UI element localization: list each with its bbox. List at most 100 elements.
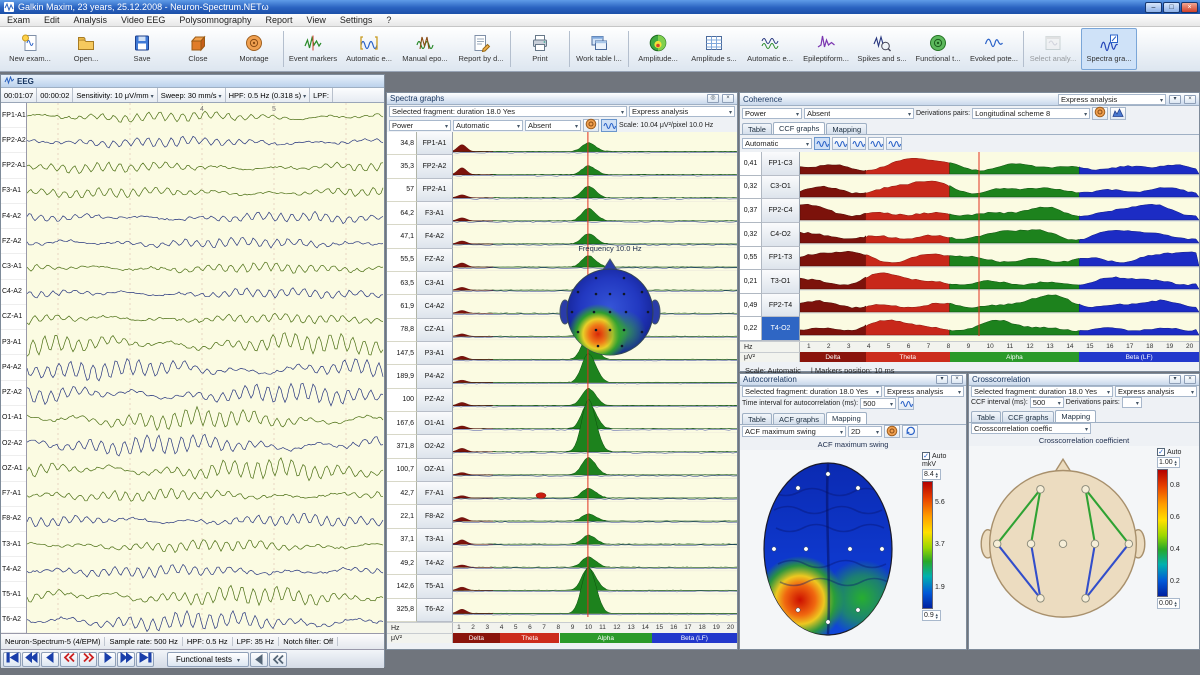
crosscorrelation-tab-table[interactable]: Table [971,411,1001,422]
panel-menu-icon[interactable] [1169,375,1181,384]
lpf-select[interactable]: LPF: [310,88,333,102]
coherence-pair[interactable]: C4-O2 [762,223,800,247]
mapping-button[interactable] [583,119,599,132]
spectra-channel[interactable]: F3-A1 [417,202,453,225]
spectra-channel[interactable]: T5-A1 [417,575,453,598]
coherence-pair[interactable]: FP1-C3 [762,152,800,176]
page-forward-button[interactable] [79,652,97,667]
power-select[interactable]: Power [389,120,451,131]
scale-max-spinner[interactable]: 8.4 [922,469,941,480]
spectra-channel[interactable]: O2-A2 [417,435,453,458]
save-button[interactable]: Save [114,28,170,70]
fragment-select[interactable]: Selected fragment: duration 18.0 Yes [389,106,627,117]
spikes-button[interactable]: Spikes and s... [854,28,910,70]
fast-forward-button[interactable] [117,652,135,667]
spectra-channel[interactable]: FZ-A2 [417,249,453,272]
close-icon[interactable] [951,375,963,384]
spectra-channel[interactable]: FP2-A1 [417,179,453,202]
eeg-channel-label[interactable]: FP2-A1 [1,153,26,178]
amplitude-spectra-button[interactable]: Amplitude s... [686,28,742,70]
eeg-channel-label[interactable]: F3-A1 [1,179,26,204]
spectra-channel[interactable]: P4-A2 [417,365,453,388]
close-icon[interactable] [1184,375,1196,384]
rewind-button[interactable] [41,652,59,667]
derivations-select[interactable]: Longitudinal scheme 8 [972,108,1090,119]
menu-settings[interactable]: Settings [333,14,380,26]
close-icon[interactable] [1184,95,1196,104]
page-back-button[interactable] [60,652,78,667]
epileptiform-button[interactable]: Epileptiform... [798,28,854,70]
measure-select[interactable]: ACF maximum swing [742,426,846,437]
autocorrelation-tab-acf-graphs[interactable]: ACF graphs [773,413,825,424]
scale-max-spinner[interactable]: 1.00 [1157,457,1180,468]
scale-min-spinner[interactable]: 0.9 [922,610,941,621]
montage-button[interactable]: Montage [226,28,282,70]
work-table-button[interactable]: Work table l... [571,28,627,70]
express-analysis-select[interactable]: Express analysis [884,386,964,397]
coherence-view-button-5[interactable] [886,137,902,150]
eeg-channel-label[interactable]: T3-A1 [1,532,26,557]
view-mode-select[interactable]: 2D [848,426,882,437]
autocorrelation-tab-table[interactable]: Table [742,413,772,424]
menu-view[interactable]: View [299,14,332,26]
coherence-view-button-1[interactable] [814,137,830,150]
spectra-channel[interactable]: C3-A1 [417,272,453,295]
automatic-epochs-button[interactable]: Automatic e... [341,28,397,70]
open-folder-button[interactable]: Open... [58,28,114,70]
minimize-button[interactable] [1145,2,1162,13]
fast-rewind-button[interactable] [22,652,40,667]
eeg-channel-label[interactable]: F8-A2 [1,507,26,532]
functional-tests-button[interactable]: Functional tests [167,652,249,667]
eeg-channel-label[interactable]: T6-A2 [1,608,26,633]
coherence-pair[interactable]: FP2-T4 [762,294,800,318]
amplitude-map-button[interactable]: Amplitude... [630,28,686,70]
eeg-channel-label[interactable]: T5-A1 [1,582,26,607]
spectra-channel[interactable]: F4-A2 [417,225,453,248]
eeg-traces[interactable]: 45 [27,103,384,633]
coherence-tab-ccf-graphs[interactable]: CCF graphs [773,122,825,134]
express-analysis-select[interactable]: Express analysis [629,106,735,117]
express-analysis-select[interactable]: Express analysis [1115,386,1197,397]
hpf-select[interactable]: HPF: 0.5 Hz (0.318 s) [226,88,311,102]
evoked-potentials-button[interactable]: Evoked pote... [966,28,1022,70]
graphs-button[interactable] [601,119,617,132]
spectra-channel[interactable]: F7-A1 [417,482,453,505]
spectra-graphs-button[interactable]: Spectra gra... [1081,28,1137,70]
close-exam-button[interactable]: Close [170,28,226,70]
smoothing-select[interactable]: Absent [525,120,581,131]
menu-analysis[interactable]: Analysis [67,14,115,26]
dock-left-button[interactable] [250,652,268,667]
pin-icon[interactable] [707,94,719,103]
crosscorrelation-tab-ccf-graphs[interactable]: CCF graphs [1002,411,1054,422]
automatic-eeg-button[interactable]: Automatic e... [742,28,798,70]
derivations-select[interactable] [1122,397,1142,408]
spectra-plot-area[interactable]: Frequency 10.0 Hz [453,132,737,622]
spectra-channel[interactable]: C4-A2 [417,295,453,318]
eeg-channel-label[interactable]: PZ-A2 [1,381,26,406]
spectra-channel[interactable]: T4-A2 [417,552,453,575]
menu-exam[interactable]: Exam [0,14,37,26]
menu-video-eeg[interactable]: Video EEG [114,14,172,26]
spectra-channel[interactable]: FP1-A1 [417,132,453,155]
menu-report[interactable]: Report [258,14,299,26]
menu-help[interactable]: ? [379,14,398,26]
fragment-select[interactable]: Selected fragment: duration 18.0 Yes [971,386,1113,397]
functional-tests-button[interactable]: Functional t... [910,28,966,70]
acf-map-area[interactable]: Auto mkV 8.4 5.6 3.7 1.9 0.9 [740,450,966,649]
coherence-pair[interactable]: T4-O2 [762,317,800,341]
select-analysis-button[interactable]: Select analy... [1025,28,1081,70]
auto-scale-checkbox[interactable] [1157,448,1165,456]
scale-min-spinner[interactable]: 0.00 [1157,598,1180,609]
smoothing-select[interactable]: Absent [804,108,914,119]
maximize-button[interactable] [1163,2,1180,13]
eeg-channel-label[interactable]: C4-A2 [1,280,26,305]
eeg-channel-label[interactable]: O1-A1 [1,406,26,431]
interval-select[interactable]: 500 [1030,397,1064,408]
eeg-channel-label[interactable]: OZ-A1 [1,456,26,481]
eeg-channel-label[interactable]: F7-A1 [1,482,26,507]
skip-first-button[interactable] [3,652,21,667]
skip-last-button[interactable] [136,652,154,667]
mapping-button[interactable] [884,425,900,438]
spectra-channel[interactable]: T6-A2 [417,599,453,622]
coherence-tab-table[interactable]: Table [742,123,772,134]
